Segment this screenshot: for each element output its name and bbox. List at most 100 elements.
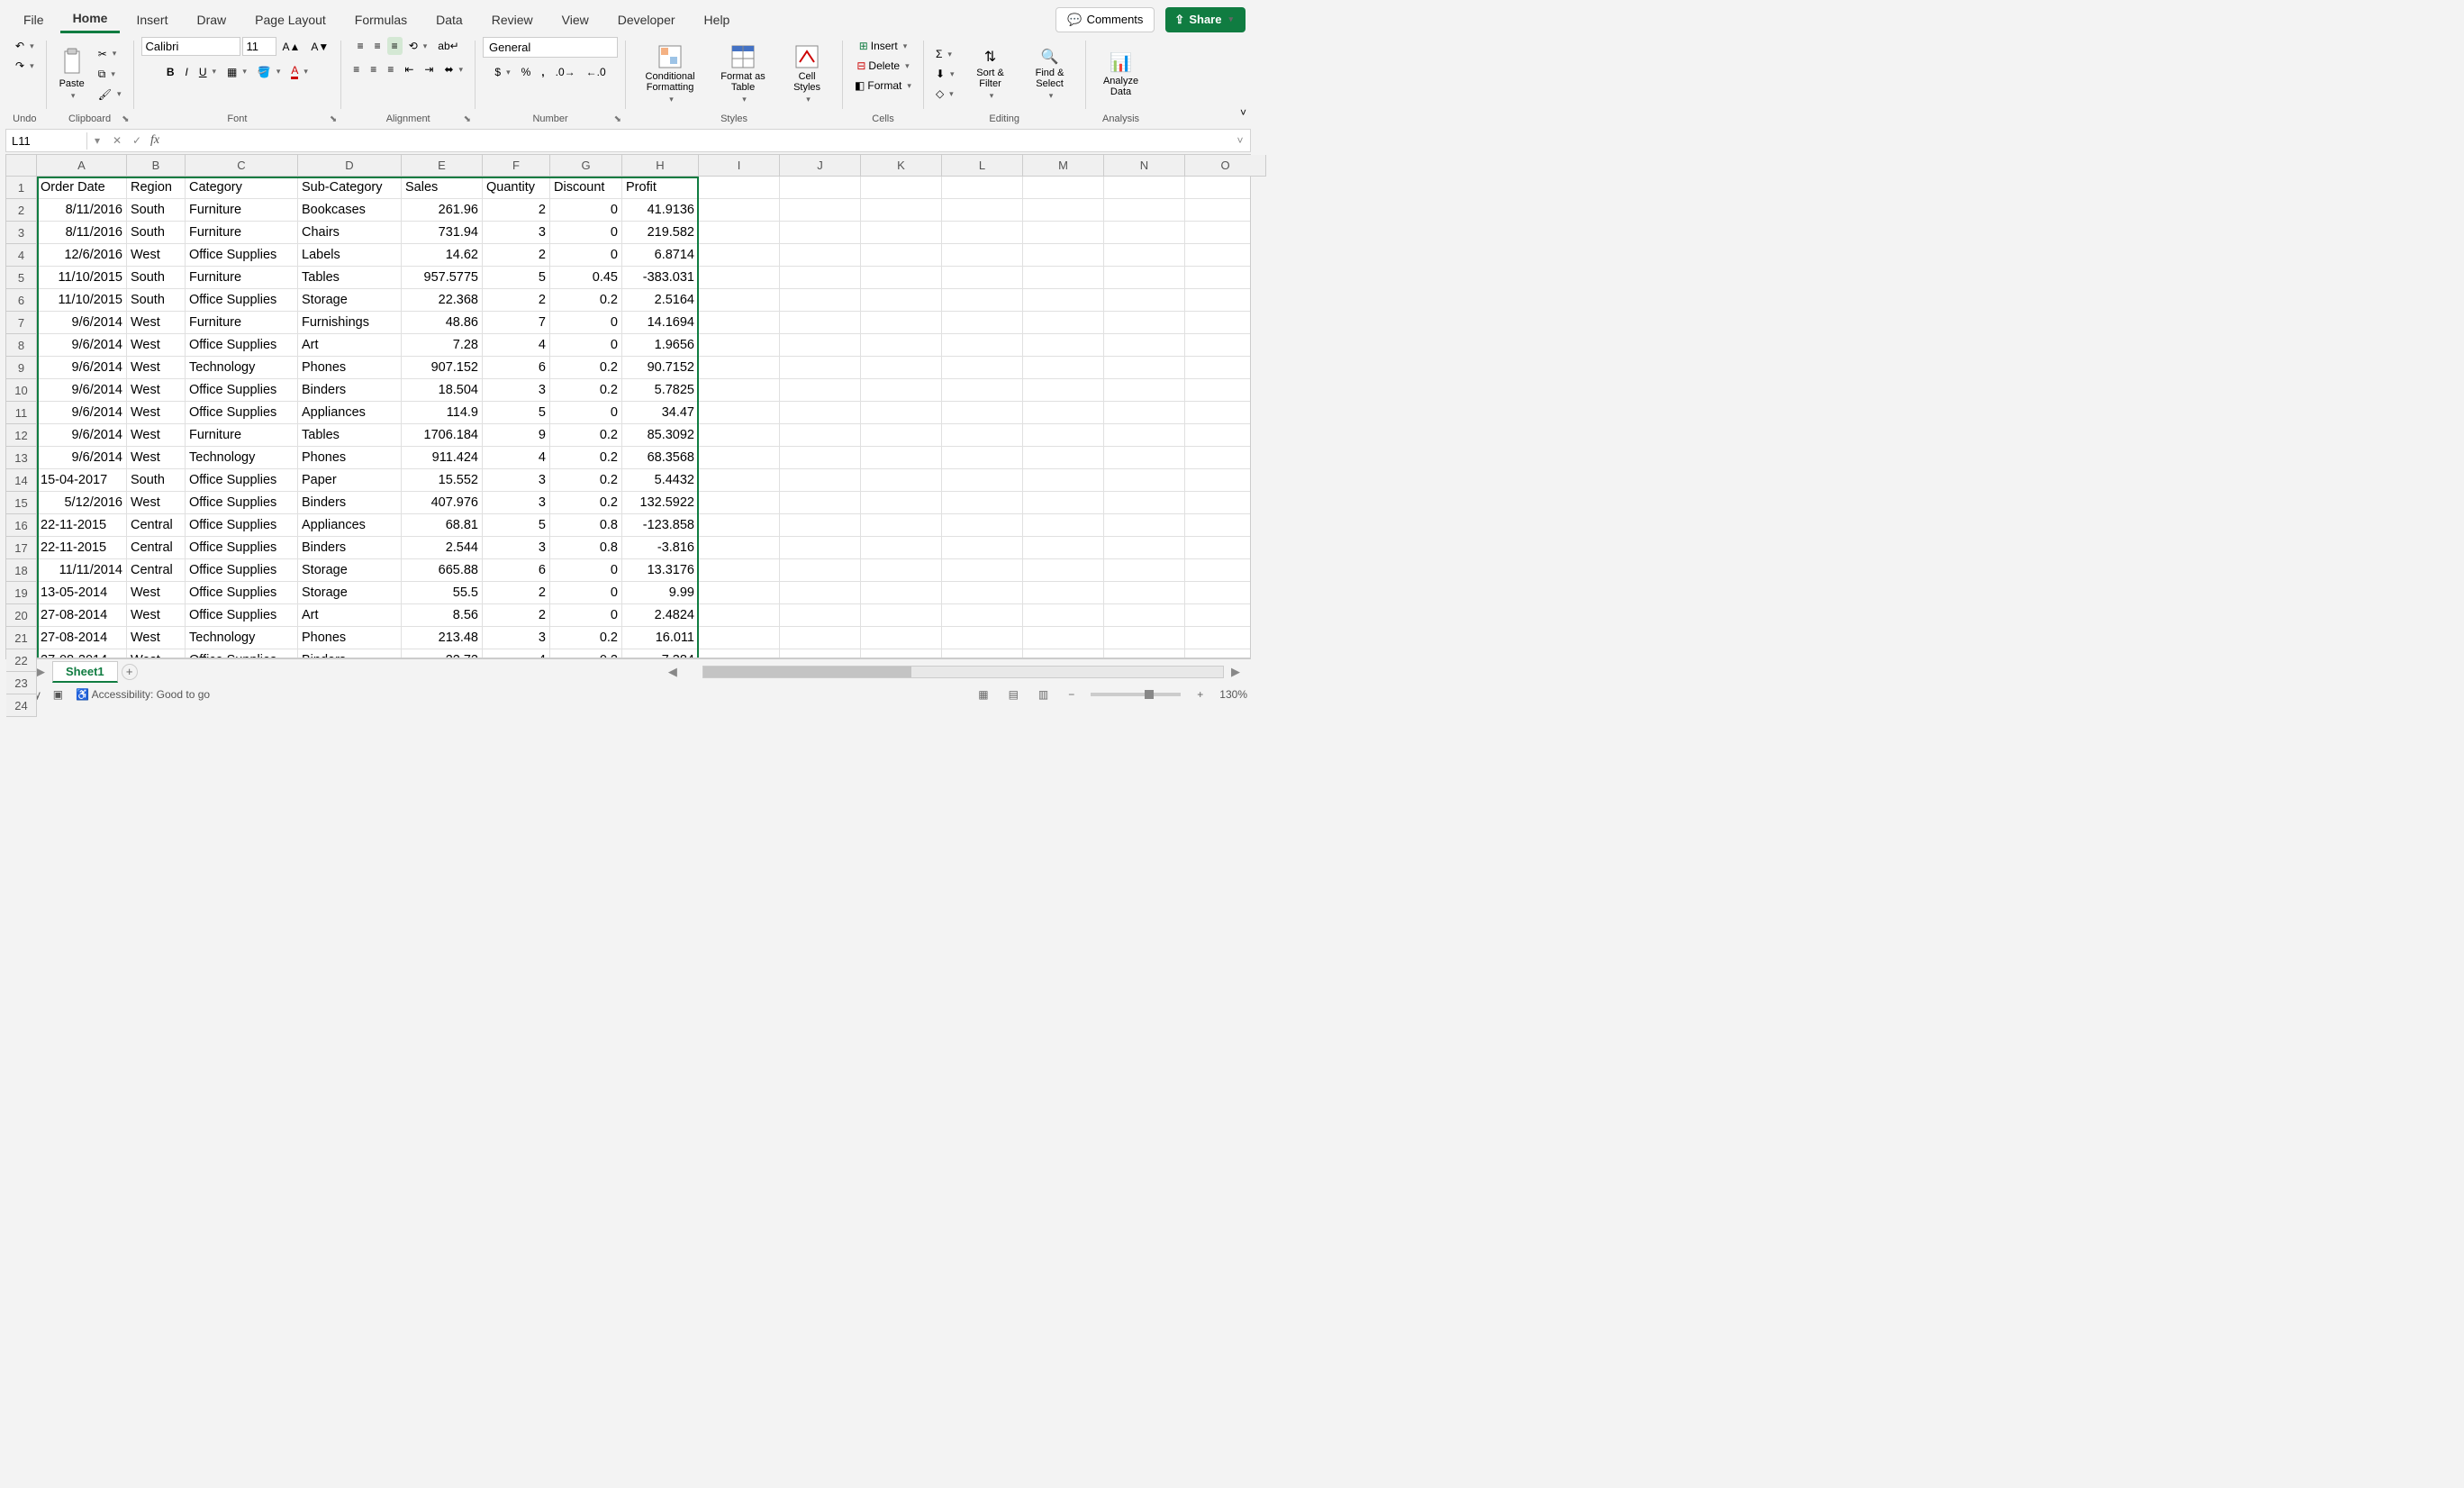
cell[interactable]: 0.2 — [550, 649, 622, 658]
cell[interactable]: Storage — [298, 289, 402, 312]
cell[interactable] — [942, 424, 1023, 447]
cell[interactable] — [861, 334, 942, 357]
cell[interactable]: 3 — [483, 627, 550, 649]
cell[interactable] — [699, 537, 780, 559]
cell[interactable] — [942, 199, 1023, 222]
cell[interactable] — [780, 289, 861, 312]
cell[interactable]: 0.2 — [550, 447, 622, 469]
cell[interactable] — [780, 199, 861, 222]
cell[interactable]: 2 — [483, 582, 550, 604]
cell[interactable]: Office Supplies — [186, 289, 298, 312]
cell[interactable]: 6 — [483, 357, 550, 379]
cell[interactable]: 2 — [483, 604, 550, 627]
cell[interactable] — [1104, 402, 1185, 424]
cell[interactable]: 2.5164 — [622, 289, 699, 312]
cell[interactable] — [780, 379, 861, 402]
cell[interactable]: 27-08-2014 — [37, 604, 127, 627]
cell[interactable]: 85.3092 — [622, 424, 699, 447]
cell[interactable] — [942, 402, 1023, 424]
cell[interactable] — [861, 199, 942, 222]
cell[interactable] — [942, 559, 1023, 582]
cell[interactable]: West — [127, 312, 186, 334]
number-format-select[interactable] — [483, 37, 618, 58]
cell[interactable]: Furniture — [186, 312, 298, 334]
decrease-decimal-button[interactable]: ←.0 — [582, 63, 611, 81]
alignment-launcher[interactable]: ⬊ — [464, 114, 471, 124]
cell[interactable]: Office Supplies — [186, 244, 298, 267]
cell[interactable]: 15.552 — [402, 469, 483, 492]
hscroll-right[interactable]: ▶ — [1227, 665, 1244, 679]
format-as-table-button[interactable]: Format as Table — [711, 41, 775, 108]
cell[interactable] — [861, 559, 942, 582]
enter-formula-button[interactable]: ✓ — [127, 134, 147, 147]
cell[interactable] — [1185, 244, 1250, 267]
cell[interactable] — [942, 627, 1023, 649]
cell[interactable] — [942, 379, 1023, 402]
column-header-D[interactable]: D — [298, 155, 402, 177]
cell[interactable] — [1104, 447, 1185, 469]
cell[interactable]: 3 — [483, 469, 550, 492]
row-header-1[interactable]: 1 — [6, 177, 37, 199]
accounting-button[interactable]: $ — [490, 63, 514, 81]
cell[interactable] — [1104, 222, 1185, 244]
cell[interactable] — [1104, 334, 1185, 357]
align-middle-button[interactable]: ≡ — [370, 37, 385, 55]
cell[interactable] — [1023, 267, 1104, 289]
cell[interactable] — [942, 222, 1023, 244]
row-header-2[interactable]: 2 — [6, 199, 37, 222]
cell[interactable]: Office Supplies — [186, 559, 298, 582]
cell[interactable] — [1185, 649, 1250, 658]
cell[interactable]: 6 — [483, 559, 550, 582]
align-center-button[interactable]: ≡ — [366, 60, 381, 78]
cell[interactable] — [1023, 289, 1104, 312]
row-header-10[interactable]: 10 — [6, 379, 37, 402]
cell[interactable] — [780, 514, 861, 537]
cell[interactable] — [942, 604, 1023, 627]
cell[interactable]: 219.582 — [622, 222, 699, 244]
copy-button[interactable]: ⧉ — [94, 65, 126, 84]
cell[interactable]: 0.45 — [550, 267, 622, 289]
cell[interactable] — [1185, 402, 1250, 424]
cell[interactable]: 407.976 — [402, 492, 483, 514]
cell[interactable]: 7.384 — [622, 649, 699, 658]
cell[interactable]: Office Supplies — [186, 492, 298, 514]
cell[interactable] — [942, 267, 1023, 289]
cell[interactable] — [1023, 627, 1104, 649]
cell[interactable]: Art — [298, 604, 402, 627]
number-launcher[interactable]: ⬊ — [614, 114, 621, 124]
cell[interactable]: West — [127, 604, 186, 627]
orientation-button[interactable]: ⟲ — [404, 37, 432, 55]
cell[interactable]: 15-04-2017 — [37, 469, 127, 492]
cell[interactable]: 0 — [550, 559, 622, 582]
cell[interactable]: Paper — [298, 469, 402, 492]
font-size-input[interactable] — [242, 37, 276, 56]
cell[interactable]: Central — [127, 559, 186, 582]
cell[interactable]: 132.5922 — [622, 492, 699, 514]
cell[interactable]: 957.5775 — [402, 267, 483, 289]
cell[interactable] — [780, 177, 861, 199]
cell[interactable] — [861, 492, 942, 514]
cell[interactable] — [861, 267, 942, 289]
cell[interactable] — [1185, 267, 1250, 289]
horizontal-scrollbar[interactable] — [702, 666, 1224, 678]
cell[interactable] — [1104, 492, 1185, 514]
cell[interactable]: 55.5 — [402, 582, 483, 604]
percent-button[interactable]: % — [517, 63, 536, 81]
cell[interactable]: Office Supplies — [186, 379, 298, 402]
cell[interactable]: 0.2 — [550, 469, 622, 492]
cell[interactable]: 27-08-2014 — [37, 649, 127, 658]
cell[interactable]: 9/6/2014 — [37, 334, 127, 357]
cell[interactable] — [699, 244, 780, 267]
cell[interactable]: 22.368 — [402, 289, 483, 312]
cell[interactable]: West — [127, 357, 186, 379]
font-color-button[interactable]: A — [286, 61, 313, 82]
cell[interactable] — [861, 514, 942, 537]
fill-button[interactable]: ⬇ — [931, 65, 959, 83]
column-header-K[interactable]: K — [861, 155, 942, 177]
cell[interactable] — [1023, 199, 1104, 222]
cell[interactable] — [861, 402, 942, 424]
cell[interactable] — [699, 582, 780, 604]
cell[interactable] — [780, 312, 861, 334]
cell[interactable] — [1185, 424, 1250, 447]
cell[interactable] — [1185, 469, 1250, 492]
